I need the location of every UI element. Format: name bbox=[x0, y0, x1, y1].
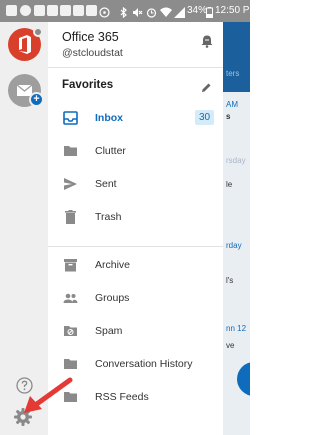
folder-drawer: Office 365 @stcloudstat Favorites Inbox … bbox=[48, 22, 223, 435]
folder-icon bbox=[63, 357, 78, 371]
folder-item-spam[interactable]: Spam bbox=[48, 315, 223, 347]
clock: 12:50 PM bbox=[215, 5, 258, 16]
folder-label: RSS Feeds bbox=[95, 391, 149, 403]
message-snippet: ve bbox=[226, 341, 235, 350]
folder-icon bbox=[63, 144, 78, 158]
message-icon bbox=[6, 5, 17, 16]
folder-item-clutter[interactable]: Clutter bbox=[48, 135, 223, 167]
folder-item-trash[interactable]: Trash bbox=[48, 201, 223, 233]
message-snippet: s bbox=[226, 112, 231, 121]
header-filter-text: ters bbox=[226, 69, 240, 78]
unread-indicator bbox=[33, 27, 43, 37]
divider bbox=[48, 246, 223, 247]
folder-label: Conversation History bbox=[95, 358, 193, 370]
add-account-icon[interactable]: + bbox=[29, 92, 44, 107]
message-snippet: rsday bbox=[226, 156, 246, 165]
status-bar: 34% 12:50 PM bbox=[0, 0, 258, 22]
message-snippet: le bbox=[226, 180, 233, 189]
signal-icon bbox=[174, 5, 185, 18]
account-rail: + bbox=[0, 22, 48, 435]
facebook-icon bbox=[47, 5, 58, 16]
alarm-icon bbox=[146, 5, 157, 18]
pencil-icon[interactable] bbox=[201, 80, 212, 92]
folder-label: Sent bbox=[95, 178, 117, 190]
account-name: Office 365 bbox=[62, 30, 119, 44]
send-icon bbox=[63, 177, 78, 191]
app-icon bbox=[60, 5, 71, 16]
folder-item-inbox[interactable]: Inbox 30 bbox=[48, 102, 223, 134]
message-snippet: l's bbox=[226, 276, 234, 285]
folder-label: Inbox bbox=[95, 112, 123, 124]
message-snippet: AM bbox=[226, 100, 238, 109]
spam-icon bbox=[63, 324, 78, 338]
folder-label: Archive bbox=[95, 259, 131, 271]
folder-item-groups[interactable]: Groups bbox=[48, 282, 223, 314]
folder-label: Spam bbox=[95, 325, 123, 337]
bluetooth-icon bbox=[118, 5, 129, 19]
folder-label: Groups bbox=[95, 292, 130, 304]
battery-percent: 34% bbox=[187, 5, 208, 16]
inbox-icon bbox=[63, 111, 78, 125]
bell-icon[interactable] bbox=[200, 34, 214, 48]
more-notifications-icon bbox=[99, 5, 110, 18]
folder-item-archive[interactable]: Archive bbox=[48, 249, 223, 281]
message-list-header: ters bbox=[223, 22, 250, 92]
battery-icon bbox=[206, 5, 213, 19]
divider bbox=[48, 67, 223, 68]
folder-label: Trash bbox=[95, 211, 122, 223]
unread-count-badge: 30 bbox=[195, 110, 214, 125]
message-snippet: nn 12 bbox=[226, 324, 247, 333]
mute-icon bbox=[132, 5, 143, 17]
message-snippet: rday bbox=[226, 241, 242, 250]
folder-label: Clutter bbox=[95, 145, 126, 157]
annotation-arrow bbox=[20, 376, 75, 416]
groups-icon bbox=[63, 291, 78, 305]
account-email: @stcloudstat bbox=[62, 47, 123, 59]
favorites-heading: Favorites bbox=[62, 79, 114, 91]
compose-button[interactable] bbox=[237, 362, 250, 396]
message-list-background: ters AM s rsday le rday l's nn 12 ve bbox=[223, 22, 250, 435]
trash-icon bbox=[63, 210, 78, 224]
folder-item-sent[interactable]: Sent bbox=[48, 168, 223, 200]
app-icon bbox=[86, 5, 97, 16]
archive-icon bbox=[63, 258, 78, 272]
facebook-icon bbox=[34, 5, 45, 16]
gallery-icon bbox=[73, 5, 84, 16]
wifi-icon bbox=[160, 5, 172, 17]
whatsapp-icon bbox=[20, 5, 31, 16]
